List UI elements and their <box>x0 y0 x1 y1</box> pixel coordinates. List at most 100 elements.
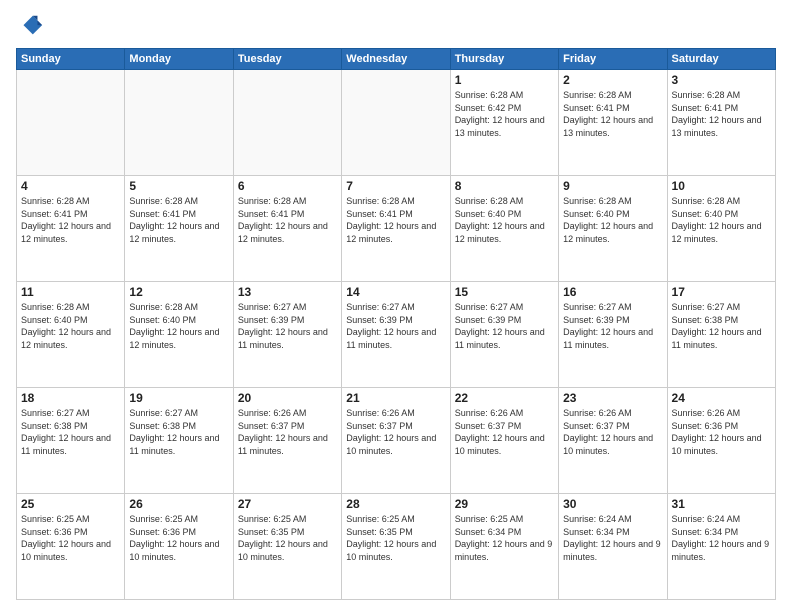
weekday-header-wednesday: Wednesday <box>342 49 450 70</box>
calendar-cell: 22 Sunrise: 6:26 AM Sunset: 6:37 PM Dayli… <box>450 388 558 494</box>
day-info: Sunrise: 6:25 AM Sunset: 6:36 PM Dayligh… <box>129 513 228 563</box>
calendar-cell: 3 Sunrise: 6:28 AM Sunset: 6:41 PM Daylig… <box>667 70 775 176</box>
day-number: 23 <box>563 391 662 405</box>
day-info: Sunrise: 6:24 AM Sunset: 6:34 PM Dayligh… <box>672 513 771 563</box>
day-info: Sunrise: 6:27 AM Sunset: 6:39 PM Dayligh… <box>238 301 337 351</box>
day-number: 21 <box>346 391 445 405</box>
day-info: Sunrise: 6:28 AM Sunset: 6:40 PM Dayligh… <box>563 195 662 245</box>
day-info: Sunrise: 6:26 AM Sunset: 6:36 PM Dayligh… <box>672 407 771 457</box>
day-info: Sunrise: 6:26 AM Sunset: 6:37 PM Dayligh… <box>455 407 554 457</box>
day-info: Sunrise: 6:28 AM Sunset: 6:42 PM Dayligh… <box>455 89 554 139</box>
weekday-header-friday: Friday <box>559 49 667 70</box>
week-row-1: 1Sunrise: 6:28 AM Sunset: 6:42 PM Daylig… <box>17 70 776 176</box>
day-info: Sunrise: 6:25 AM Sunset: 6:35 PM Dayligh… <box>238 513 337 563</box>
header <box>16 12 776 40</box>
week-row-5: 25 Sunrise: 6:25 AM Sunset: 6:36 PM Dayli… <box>17 494 776 600</box>
calendar-cell: 1Sunrise: 6:28 AM Sunset: 6:42 PM Daylig… <box>450 70 558 176</box>
day-info: Sunrise: 6:28 AM Sunset: 6:41 PM Dayligh… <box>563 89 662 139</box>
calendar-cell: 10 Sunrise: 6:28 AM Sunset: 6:40 PM Dayli… <box>667 176 775 282</box>
day-info: Sunrise: 6:27 AM Sunset: 6:39 PM Dayligh… <box>346 301 445 351</box>
day-info: Sunrise: 6:27 AM Sunset: 6:39 PM Dayligh… <box>563 301 662 351</box>
day-number: 24 <box>672 391 771 405</box>
day-info: Sunrise: 6:28 AM Sunset: 6:40 PM Dayligh… <box>672 195 771 245</box>
calendar-cell: 23 Sunrise: 6:26 AM Sunset: 6:37 PM Dayli… <box>559 388 667 494</box>
day-info: Sunrise: 6:24 AM Sunset: 6:34 PM Dayligh… <box>563 513 662 563</box>
day-info: Sunrise: 6:28 AM Sunset: 6:40 PM Dayligh… <box>455 195 554 245</box>
day-number: 25 <box>21 497 120 511</box>
day-number: 11 <box>21 285 120 299</box>
weekday-header-sunday: Sunday <box>17 49 125 70</box>
day-number: 3 <box>672 73 771 87</box>
day-number: 31 <box>672 497 771 511</box>
calendar-cell: 15 Sunrise: 6:27 AM Sunset: 6:39 PM Dayli… <box>450 282 558 388</box>
day-number: 28 <box>346 497 445 511</box>
weekday-header-monday: Monday <box>125 49 233 70</box>
week-row-3: 11 Sunrise: 6:28 AM Sunset: 6:40 PM Dayli… <box>17 282 776 388</box>
calendar-cell: 29Sunrise: 6:25 AM Sunset: 6:34 PM Dayli… <box>450 494 558 600</box>
day-info: Sunrise: 6:28 AM Sunset: 6:41 PM Dayligh… <box>672 89 771 139</box>
day-number: 18 <box>21 391 120 405</box>
day-info: Sunrise: 6:26 AM Sunset: 6:37 PM Dayligh… <box>563 407 662 457</box>
day-number: 7 <box>346 179 445 193</box>
calendar-cell <box>342 70 450 176</box>
weekday-header-saturday: Saturday <box>667 49 775 70</box>
day-number: 13 <box>238 285 337 299</box>
logo <box>16 12 48 40</box>
calendar-cell: 11 Sunrise: 6:28 AM Sunset: 6:40 PM Dayli… <box>17 282 125 388</box>
day-number: 20 <box>238 391 337 405</box>
day-info: Sunrise: 6:28 AM Sunset: 6:41 PM Dayligh… <box>346 195 445 245</box>
day-info: Sunrise: 6:28 AM Sunset: 6:40 PM Dayligh… <box>129 301 228 351</box>
day-info: Sunrise: 6:27 AM Sunset: 6:38 PM Dayligh… <box>672 301 771 351</box>
calendar-cell: 9 Sunrise: 6:28 AM Sunset: 6:40 PM Daylig… <box>559 176 667 282</box>
calendar-cell: 5 Sunrise: 6:28 AM Sunset: 6:41 PM Daylig… <box>125 176 233 282</box>
calendar-cell: 28Sunrise: 6:25 AM Sunset: 6:35 PM Dayli… <box>342 494 450 600</box>
calendar-cell: 20 Sunrise: 6:26 AM Sunset: 6:37 PM Dayli… <box>233 388 341 494</box>
day-number: 16 <box>563 285 662 299</box>
day-number: 9 <box>563 179 662 193</box>
page: SundayMondayTuesdayWednesdayThursdayFrid… <box>0 0 792 612</box>
day-number: 10 <box>672 179 771 193</box>
calendar-cell: 12 Sunrise: 6:28 AM Sunset: 6:40 PM Dayli… <box>125 282 233 388</box>
calendar-cell: 14 Sunrise: 6:27 AM Sunset: 6:39 PM Dayli… <box>342 282 450 388</box>
weekday-header-tuesday: Tuesday <box>233 49 341 70</box>
day-number: 8 <box>455 179 554 193</box>
calendar-cell: 30 Sunrise: 6:24 AM Sunset: 6:34 PM Dayli… <box>559 494 667 600</box>
day-info: Sunrise: 6:28 AM Sunset: 6:41 PM Dayligh… <box>238 195 337 245</box>
day-info: Sunrise: 6:27 AM Sunset: 6:38 PM Dayligh… <box>21 407 120 457</box>
day-number: 26 <box>129 497 228 511</box>
calendar-cell: 31 Sunrise: 6:24 AM Sunset: 6:34 PM Dayli… <box>667 494 775 600</box>
day-info: Sunrise: 6:28 AM Sunset: 6:41 PM Dayligh… <box>21 195 120 245</box>
day-info: Sunrise: 6:27 AM Sunset: 6:39 PM Dayligh… <box>455 301 554 351</box>
calendar-cell: 7 Sunrise: 6:28 AM Sunset: 6:41 PM Daylig… <box>342 176 450 282</box>
weekday-header-thursday: Thursday <box>450 49 558 70</box>
day-info: Sunrise: 6:28 AM Sunset: 6:41 PM Dayligh… <box>129 195 228 245</box>
day-info: Sunrise: 6:26 AM Sunset: 6:37 PM Dayligh… <box>238 407 337 457</box>
calendar-cell: 17 Sunrise: 6:27 AM Sunset: 6:38 PM Dayli… <box>667 282 775 388</box>
day-number: 30 <box>563 497 662 511</box>
day-number: 15 <box>455 285 554 299</box>
day-number: 22 <box>455 391 554 405</box>
calendar-cell: 2 Sunrise: 6:28 AM Sunset: 6:41 PM Daylig… <box>559 70 667 176</box>
day-number: 27 <box>238 497 337 511</box>
day-info: Sunrise: 6:25 AM Sunset: 6:34 PM Dayligh… <box>455 513 554 563</box>
day-number: 12 <box>129 285 228 299</box>
calendar-cell: 6 Sunrise: 6:28 AM Sunset: 6:41 PM Daylig… <box>233 176 341 282</box>
day-number: 17 <box>672 285 771 299</box>
calendar-table: SundayMondayTuesdayWednesdayThursdayFrid… <box>16 48 776 600</box>
day-info: Sunrise: 6:26 AM Sunset: 6:37 PM Dayligh… <box>346 407 445 457</box>
calendar-cell: 27 Sunrise: 6:25 AM Sunset: 6:35 PM Dayli… <box>233 494 341 600</box>
calendar-cell: 8 Sunrise: 6:28 AM Sunset: 6:40 PM Daylig… <box>450 176 558 282</box>
calendar-cell <box>17 70 125 176</box>
day-number: 2 <box>563 73 662 87</box>
day-number: 14 <box>346 285 445 299</box>
day-number: 5 <box>129 179 228 193</box>
day-number: 6 <box>238 179 337 193</box>
calendar-cell: 18 Sunrise: 6:27 AM Sunset: 6:38 PM Dayli… <box>17 388 125 494</box>
day-number: 4 <box>21 179 120 193</box>
week-row-2: 4 Sunrise: 6:28 AM Sunset: 6:41 PM Daylig… <box>17 176 776 282</box>
day-info: Sunrise: 6:25 AM Sunset: 6:36 PM Dayligh… <box>21 513 120 563</box>
calendar-cell: 21 Sunrise: 6:26 AM Sunset: 6:37 PM Dayli… <box>342 388 450 494</box>
calendar-cell: 24 Sunrise: 6:26 AM Sunset: 6:36 PM Dayli… <box>667 388 775 494</box>
calendar-cell: 25 Sunrise: 6:25 AM Sunset: 6:36 PM Dayli… <box>17 494 125 600</box>
day-info: Sunrise: 6:28 AM Sunset: 6:40 PM Dayligh… <box>21 301 120 351</box>
